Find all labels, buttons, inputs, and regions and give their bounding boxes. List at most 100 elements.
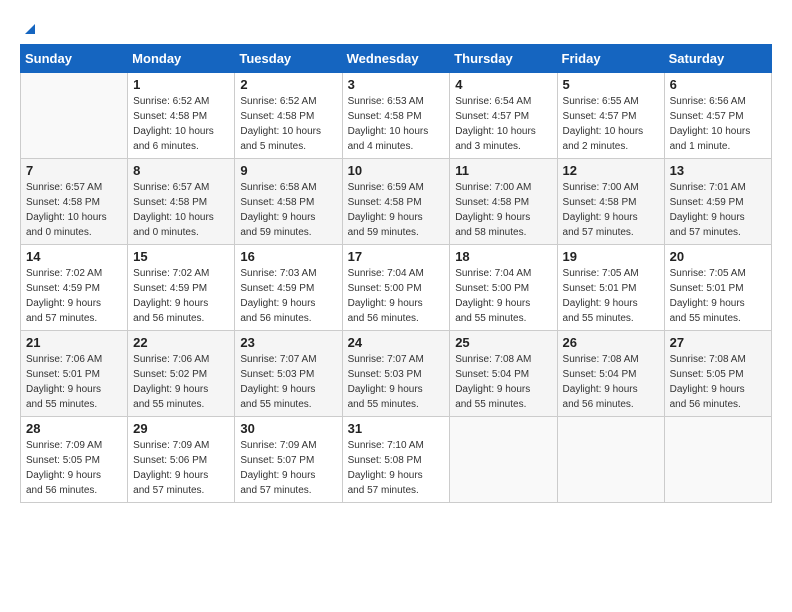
calendar-week-row: 21 Sunrise: 7:06 AM Sunset: 5:01 PM Dayli… [21, 331, 772, 417]
day-number: 24 [348, 335, 445, 350]
calendar-day-cell: 16 Sunrise: 7:03 AM Sunset: 4:59 PM Dayli… [235, 245, 342, 331]
calendar-day-cell: 9Sunrise: 6:58 AM Sunset: 4:58 PM Daylig… [235, 159, 342, 245]
day-info: Sunrise: 7:09 AM Sunset: 5:05 PM Dayligh… [26, 438, 122, 498]
day-number: 16 [240, 249, 336, 264]
calendar-day-cell [664, 417, 771, 503]
day-number: 29 [133, 421, 229, 436]
day-number: 1 [133, 77, 229, 92]
calendar-day-cell: 29 Sunrise: 7:09 AM Sunset: 5:06 PM Dayli… [128, 417, 235, 503]
day-info: Sunrise: 6:57 AM Sunset: 4:58 PM Dayligh… [133, 180, 229, 240]
calendar-day-cell: 22 Sunrise: 7:06 AM Sunset: 5:02 PM Dayli… [128, 331, 235, 417]
calendar-day-cell: 24 Sunrise: 7:07 AM Sunset: 5:03 PM Dayli… [342, 331, 450, 417]
calendar-day-cell: 7 Sunrise: 6:57 AM Sunset: 4:58 PM Daylig… [21, 159, 128, 245]
calendar-day-cell: 4 Sunrise: 6:54 AM Sunset: 4:57 PM Daylig… [450, 73, 557, 159]
logo [20, 20, 40, 34]
day-info: Sunrise: 7:00 AM Sunset: 4:58 PM Dayligh… [563, 180, 659, 240]
weekday-header: Monday [128, 45, 235, 73]
day-number: 7 [26, 163, 122, 178]
day-info: Sunrise: 7:06 AM Sunset: 5:01 PM Dayligh… [26, 352, 122, 412]
day-number: 13 [670, 163, 766, 178]
calendar-day-cell: 31 Sunrise: 7:10 AM Sunset: 5:08 PM Dayli… [342, 417, 450, 503]
day-number: 2 [240, 77, 336, 92]
day-info: Sunrise: 7:06 AM Sunset: 5:02 PM Dayligh… [133, 352, 229, 412]
header [20, 20, 772, 34]
day-number: 11 [455, 163, 551, 178]
calendar-day-cell: 17 Sunrise: 7:04 AM Sunset: 5:00 PM Dayli… [342, 245, 450, 331]
day-info: Sunrise: 7:07 AM Sunset: 5:03 PM Dayligh… [348, 352, 445, 412]
weekday-header: Friday [557, 45, 664, 73]
calendar-day-cell: 8 Sunrise: 6:57 AM Sunset: 4:58 PM Daylig… [128, 159, 235, 245]
calendar-day-cell: 23Sunrise: 7:07 AM Sunset: 5:03 PM Dayli… [235, 331, 342, 417]
weekday-header: Wednesday [342, 45, 450, 73]
day-number: 19 [563, 249, 659, 264]
day-info: Sunrise: 7:04 AM Sunset: 5:00 PM Dayligh… [455, 266, 551, 326]
calendar-day-cell: 30 Sunrise: 7:09 AM Sunset: 5:07 PM Dayli… [235, 417, 342, 503]
calendar-day-cell: 14Sunrise: 7:02 AM Sunset: 4:59 PM Dayli… [21, 245, 128, 331]
day-info: Sunrise: 7:09 AM Sunset: 5:07 PM Dayligh… [240, 438, 336, 498]
calendar-day-cell [557, 417, 664, 503]
calendar-day-cell: 5 Sunrise: 6:55 AM Sunset: 4:57 PM Daylig… [557, 73, 664, 159]
calendar-day-cell: 10 Sunrise: 6:59 AM Sunset: 4:58 PM Dayli… [342, 159, 450, 245]
day-info: Sunrise: 7:08 AM Sunset: 5:04 PM Dayligh… [563, 352, 659, 412]
day-number: 22 [133, 335, 229, 350]
weekday-header: Sunday [21, 45, 128, 73]
calendar-day-cell: 1 Sunrise: 6:52 AM Sunset: 4:58 PM Daylig… [128, 73, 235, 159]
calendar-day-cell: 12Sunrise: 7:00 AM Sunset: 4:58 PM Dayli… [557, 159, 664, 245]
calendar-day-cell: 11 Sunrise: 7:00 AM Sunset: 4:58 PM Dayli… [450, 159, 557, 245]
calendar-day-cell: 27 Sunrise: 7:08 AM Sunset: 5:05 PM Dayli… [664, 331, 771, 417]
day-number: 4 [455, 77, 551, 92]
day-info: Sunrise: 7:08 AM Sunset: 5:04 PM Dayligh… [455, 352, 551, 412]
calendar-day-cell: 21 Sunrise: 7:06 AM Sunset: 5:01 PM Dayli… [21, 331, 128, 417]
calendar-day-cell [21, 73, 128, 159]
calendar-day-cell: 6Sunrise: 6:56 AM Sunset: 4:57 PM Daylig… [664, 73, 771, 159]
day-info: Sunrise: 6:55 AM Sunset: 4:57 PM Dayligh… [563, 94, 659, 154]
calendar-day-cell: 2 Sunrise: 6:52 AM Sunset: 4:58 PM Daylig… [235, 73, 342, 159]
day-info: Sunrise: 7:04 AM Sunset: 5:00 PM Dayligh… [348, 266, 445, 326]
day-number: 8 [133, 163, 229, 178]
day-number: 14 [26, 249, 122, 264]
day-info: Sunrise: 6:59 AM Sunset: 4:58 PM Dayligh… [348, 180, 445, 240]
calendar-day-cell: 26 Sunrise: 7:08 AM Sunset: 5:04 PM Dayli… [557, 331, 664, 417]
day-number: 26 [563, 335, 659, 350]
day-info: Sunrise: 7:02 AM Sunset: 4:59 PM Dayligh… [133, 266, 229, 326]
day-number: 17 [348, 249, 445, 264]
calendar-day-cell: 19 Sunrise: 7:05 AM Sunset: 5:01 PM Dayli… [557, 245, 664, 331]
day-number: 25 [455, 335, 551, 350]
day-info: Sunrise: 7:00 AM Sunset: 4:58 PM Dayligh… [455, 180, 551, 240]
day-info: Sunrise: 6:54 AM Sunset: 4:57 PM Dayligh… [455, 94, 551, 154]
calendar-week-row: 28Sunrise: 7:09 AM Sunset: 5:05 PM Dayli… [21, 417, 772, 503]
day-number: 20 [670, 249, 766, 264]
day-number: 18 [455, 249, 551, 264]
calendar-day-cell: 3Sunrise: 6:53 AM Sunset: 4:58 PM Daylig… [342, 73, 450, 159]
weekday-header: Tuesday [235, 45, 342, 73]
day-number: 30 [240, 421, 336, 436]
day-number: 10 [348, 163, 445, 178]
day-number: 9 [240, 163, 336, 178]
weekday-header: Thursday [450, 45, 557, 73]
day-number: 21 [26, 335, 122, 350]
day-info: Sunrise: 7:05 AM Sunset: 5:01 PM Dayligh… [670, 266, 766, 326]
calendar-header-row: SundayMondayTuesdayWednesdayThursdayFrid… [21, 45, 772, 73]
calendar-week-row: 1 Sunrise: 6:52 AM Sunset: 4:58 PM Daylig… [21, 73, 772, 159]
calendar-day-cell: 20 Sunrise: 7:05 AM Sunset: 5:01 PM Dayli… [664, 245, 771, 331]
day-number: 23 [240, 335, 336, 350]
day-number: 15 [133, 249, 229, 264]
day-info: Sunrise: 6:53 AM Sunset: 4:58 PM Dayligh… [348, 94, 445, 154]
day-info: Sunrise: 6:57 AM Sunset: 4:58 PM Dayligh… [26, 180, 122, 240]
day-number: 6 [670, 77, 766, 92]
day-info: Sunrise: 7:10 AM Sunset: 5:08 PM Dayligh… [348, 438, 445, 498]
calendar-day-cell [450, 417, 557, 503]
day-number: 31 [348, 421, 445, 436]
day-info: Sunrise: 7:03 AM Sunset: 4:59 PM Dayligh… [240, 266, 336, 326]
calendar-day-cell: 18 Sunrise: 7:04 AM Sunset: 5:00 PM Dayli… [450, 245, 557, 331]
day-info: Sunrise: 7:09 AM Sunset: 5:06 PM Dayligh… [133, 438, 229, 498]
day-number: 27 [670, 335, 766, 350]
day-number: 5 [563, 77, 659, 92]
day-info: Sunrise: 6:52 AM Sunset: 4:58 PM Dayligh… [240, 94, 336, 154]
day-info: Sunrise: 7:08 AM Sunset: 5:05 PM Dayligh… [670, 352, 766, 412]
calendar-week-row: 14 Sunrise: 7:02 AM Sunset: 4:59 PM Dayli… [21, 245, 772, 331]
day-info: Sunrise: 6:52 AM Sunset: 4:58 PM Dayligh… [133, 94, 229, 154]
day-info: Sunrise: 7:05 AM Sunset: 5:01 PM Dayligh… [563, 266, 659, 326]
logo-arrow-icon [21, 20, 39, 38]
calendar-day-cell: 25 Sunrise: 7:08 AM Sunset: 5:04 PM Dayli… [450, 331, 557, 417]
